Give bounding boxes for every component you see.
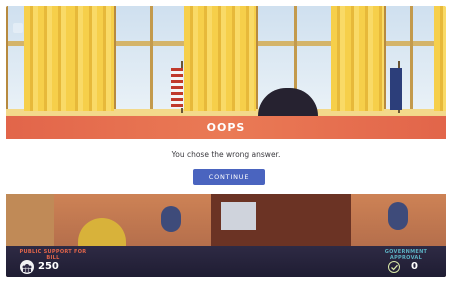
plant	[78, 218, 126, 248]
public-support-value: 250	[38, 261, 59, 272]
curtain	[331, 6, 384, 111]
game-frame: OOPS You chose the wrong answer. CONTINU…	[6, 6, 446, 277]
modal-body: You chose the wrong answer. CONTINUE	[6, 139, 446, 194]
curtain	[24, 6, 69, 111]
modal-title: OOPS	[206, 121, 246, 134]
modal-message: You chose the wrong answer.	[171, 150, 281, 159]
government-approval-label: GOVERNMENT APPROVAL	[384, 249, 428, 261]
modal-header: OOPS	[6, 116, 446, 139]
menu-icon[interactable]	[13, 23, 23, 33]
us-flag	[171, 68, 183, 108]
lamp	[388, 202, 408, 230]
curtain	[434, 6, 446, 111]
desk-papers	[221, 202, 256, 230]
continue-button[interactable]: CONTINUE	[193, 169, 265, 185]
side-cabinet	[6, 194, 54, 246]
lamp	[161, 206, 181, 232]
crowd-icon	[20, 260, 34, 274]
stats-bar: PUBLIC SUPPORT FOR BILL 250 GOVERNMENT A…	[6, 246, 446, 277]
presidential-flag	[390, 68, 402, 110]
government-approval-value: 0	[411, 261, 418, 272]
curtain	[184, 6, 256, 111]
checkmark-icon	[388, 261, 400, 273]
curtain	[69, 6, 114, 111]
